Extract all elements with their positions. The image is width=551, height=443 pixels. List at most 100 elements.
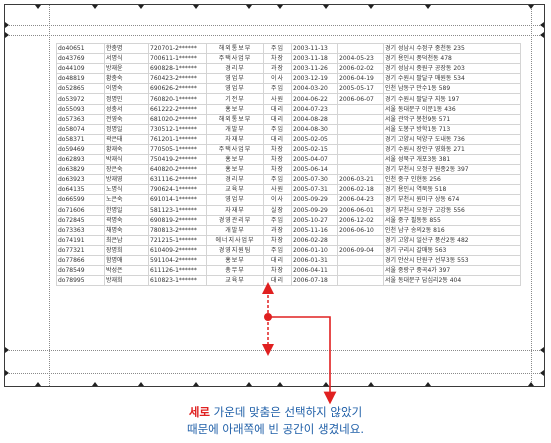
table-cell[interactable]: 경기 부천시 원미구 상동 674 [383, 194, 521, 206]
table-cell[interactable] [337, 254, 384, 267]
table-cell[interactable]: 780813-2****** [148, 224, 207, 236]
margin-handle[interactable] [5, 32, 9, 38]
table-cell[interactable]: 경기 수원시 장안구 영화동 271 [383, 143, 521, 156]
table-cell[interactable]: 주임 [263, 123, 292, 135]
table-cell[interactable]: 2006-04-19 [337, 73, 384, 85]
table-cell[interactable]: 2005-04-07 [291, 154, 338, 166]
table-cell[interactable]: 주임 [263, 214, 292, 226]
table-cell[interactable]: 경기 부천시 오정구 원종2동 397 [383, 164, 521, 176]
table-cell[interactable]: do58074 [56, 123, 105, 135]
table-cell[interactable]: do64135 [56, 184, 105, 196]
table-cell[interactable]: 차장 [263, 154, 292, 166]
table-cell[interactable]: 해외통보부 [206, 42, 264, 55]
column-handle[interactable] [193, 382, 199, 386]
table-cell[interactable]: 2004-07-23 [291, 103, 338, 115]
top-margin-guide[interactable] [5, 25, 544, 26]
table-cell[interactable]: 황재숙 [104, 143, 149, 156]
margin-handle[interactable] [5, 370, 9, 376]
column-handle[interactable] [425, 5, 431, 9]
table-cell[interactable]: do77321 [56, 244, 105, 256]
table-cell[interactable]: 2006-01-10 [291, 244, 338, 256]
column-handle[interactable] [138, 5, 144, 9]
table-cell[interactable]: 2006-04-11 [291, 265, 338, 277]
table-cell[interactable]: do55093 [56, 103, 105, 115]
table-cell[interactable] [337, 234, 384, 246]
table-cell[interactable]: do66599 [56, 194, 105, 206]
table-cell[interactable]: 2006-06-07 [337, 93, 384, 105]
table-cell[interactable]: 서울 중구 필동동 855 [383, 214, 521, 226]
table-cell[interactable]: 691014-1****** [148, 194, 207, 206]
table-cell[interactable]: 경기 성남시 수정구 중천동 235 [383, 42, 521, 55]
table-cell[interactable]: 주택사업부 [206, 53, 264, 65]
table-cell[interactable]: 경기 수원시 팔달구 매원동 534 [383, 73, 521, 85]
table-cell[interactable]: 교육부 [206, 184, 264, 196]
table-cell[interactable]: 2006-02-18 [337, 184, 384, 196]
table-cell[interactable]: 함명애 [104, 254, 149, 267]
table-cell[interactable]: do40651 [56, 42, 105, 55]
table-cell[interactable]: 2005-10-27 [291, 214, 338, 226]
margin-handle[interactable] [5, 347, 9, 353]
table-cell[interactable]: 2003-12-19 [291, 73, 338, 85]
table-cell[interactable]: do71606 [56, 204, 105, 216]
column-handle[interactable] [368, 382, 374, 386]
table-cell[interactable]: 해외통보부 [206, 113, 264, 125]
table-cell[interactable]: 황충숙 [104, 73, 149, 85]
table-cell[interactable]: 경기 구리시 갈매동 563 [383, 244, 521, 256]
table-cell[interactable]: 사원 [263, 184, 292, 196]
table-cell[interactable]: 곽명숙 [104, 214, 149, 226]
table-cell[interactable]: 서울 성북구 개포3동 381 [383, 154, 521, 166]
table-cell[interactable]: 2004-05-23 [337, 53, 384, 65]
column-handle[interactable] [35, 382, 41, 386]
table-cell[interactable]: 2005-05-17 [337, 83, 384, 95]
table-cell[interactable]: 경리부 [206, 63, 264, 75]
table-cell[interactable]: 경기 부천시 오정구 고강동 556 [383, 204, 521, 216]
table-cell[interactable]: 770505-1****** [148, 143, 207, 156]
table-cell[interactable]: 640820-2****** [148, 164, 207, 176]
column-handle[interactable] [92, 5, 98, 9]
table-cell[interactable]: 기전부 [206, 93, 264, 105]
table-cell[interactable]: 차장 [263, 143, 292, 156]
table-cell[interactable]: 한명일 [104, 204, 149, 216]
table-cell[interactable] [337, 154, 384, 166]
table-cell[interactable]: do57363 [56, 113, 105, 125]
table-cell[interactable]: 2006-06-10 [337, 224, 384, 236]
table-cell[interactable]: 2006-02-02 [337, 63, 384, 75]
table-cell[interactable]: 경영관리부 [206, 214, 264, 226]
table-cell[interactable]: 박성은 [104, 265, 149, 277]
table-cell[interactable]: 720701-2****** [148, 42, 207, 55]
table-cell[interactable]: 760423-2****** [148, 73, 207, 85]
table-cell[interactable]: 2006-04-23 [337, 194, 384, 206]
table-cell[interactable]: 2005-02-15 [291, 143, 338, 156]
column-handle[interactable] [92, 382, 98, 386]
table-cell[interactable]: do48819 [56, 73, 105, 85]
table-cell[interactable]: 2005-11-16 [291, 224, 338, 236]
table-cell[interactable]: 631116-2****** [148, 174, 207, 186]
table-cell[interactable]: 2003-11-26 [291, 63, 338, 75]
table-cell[interactable]: 주택사업부 [206, 143, 264, 156]
table-cell[interactable]: 개발부 [206, 123, 264, 135]
table-cell[interactable]: 최은남 [104, 234, 149, 246]
table-cell[interactable]: do78549 [56, 265, 105, 277]
table-cell[interactable]: do53972 [56, 93, 105, 105]
table-cell[interactable]: 경기 용인시 풍덕천동 478 [383, 53, 521, 65]
table-cell[interactable]: 2004-03-20 [291, 83, 338, 95]
table-cell[interactable]: 이사 [263, 194, 292, 206]
table-cell[interactable]: do62893 [56, 154, 105, 166]
table-cell[interactable]: 대리 [263, 113, 292, 125]
table-cell[interactable]: 경기 고양시 일산구 풍산2동 482 [383, 234, 521, 246]
table-cell[interactable]: 2006-01-31 [291, 254, 338, 267]
table-cell[interactable]: 방재영 [104, 174, 149, 186]
table-cell[interactable]: 사원 [263, 93, 292, 105]
table-cell[interactable]: 주임 [263, 83, 292, 95]
margin-handle[interactable] [540, 370, 544, 376]
table-cell[interactable]: do52865 [56, 83, 105, 95]
table-cell[interactable]: 대리 [263, 133, 292, 145]
table-cell[interactable]: 610409-2****** [148, 244, 207, 256]
table-cell[interactable]: 총무부 [206, 265, 264, 277]
table-cell[interactable] [337, 143, 384, 156]
table-cell[interactable]: 서울 동대문구 답십리2동 404 [383, 275, 521, 287]
table-cell[interactable]: 차장 [263, 234, 292, 246]
table-cell[interactable]: 노명식 [104, 184, 149, 196]
table-cell[interactable]: 서울 중랑구 중곡4가 397 [383, 265, 521, 277]
table-cell[interactable]: do63829 [56, 164, 105, 176]
